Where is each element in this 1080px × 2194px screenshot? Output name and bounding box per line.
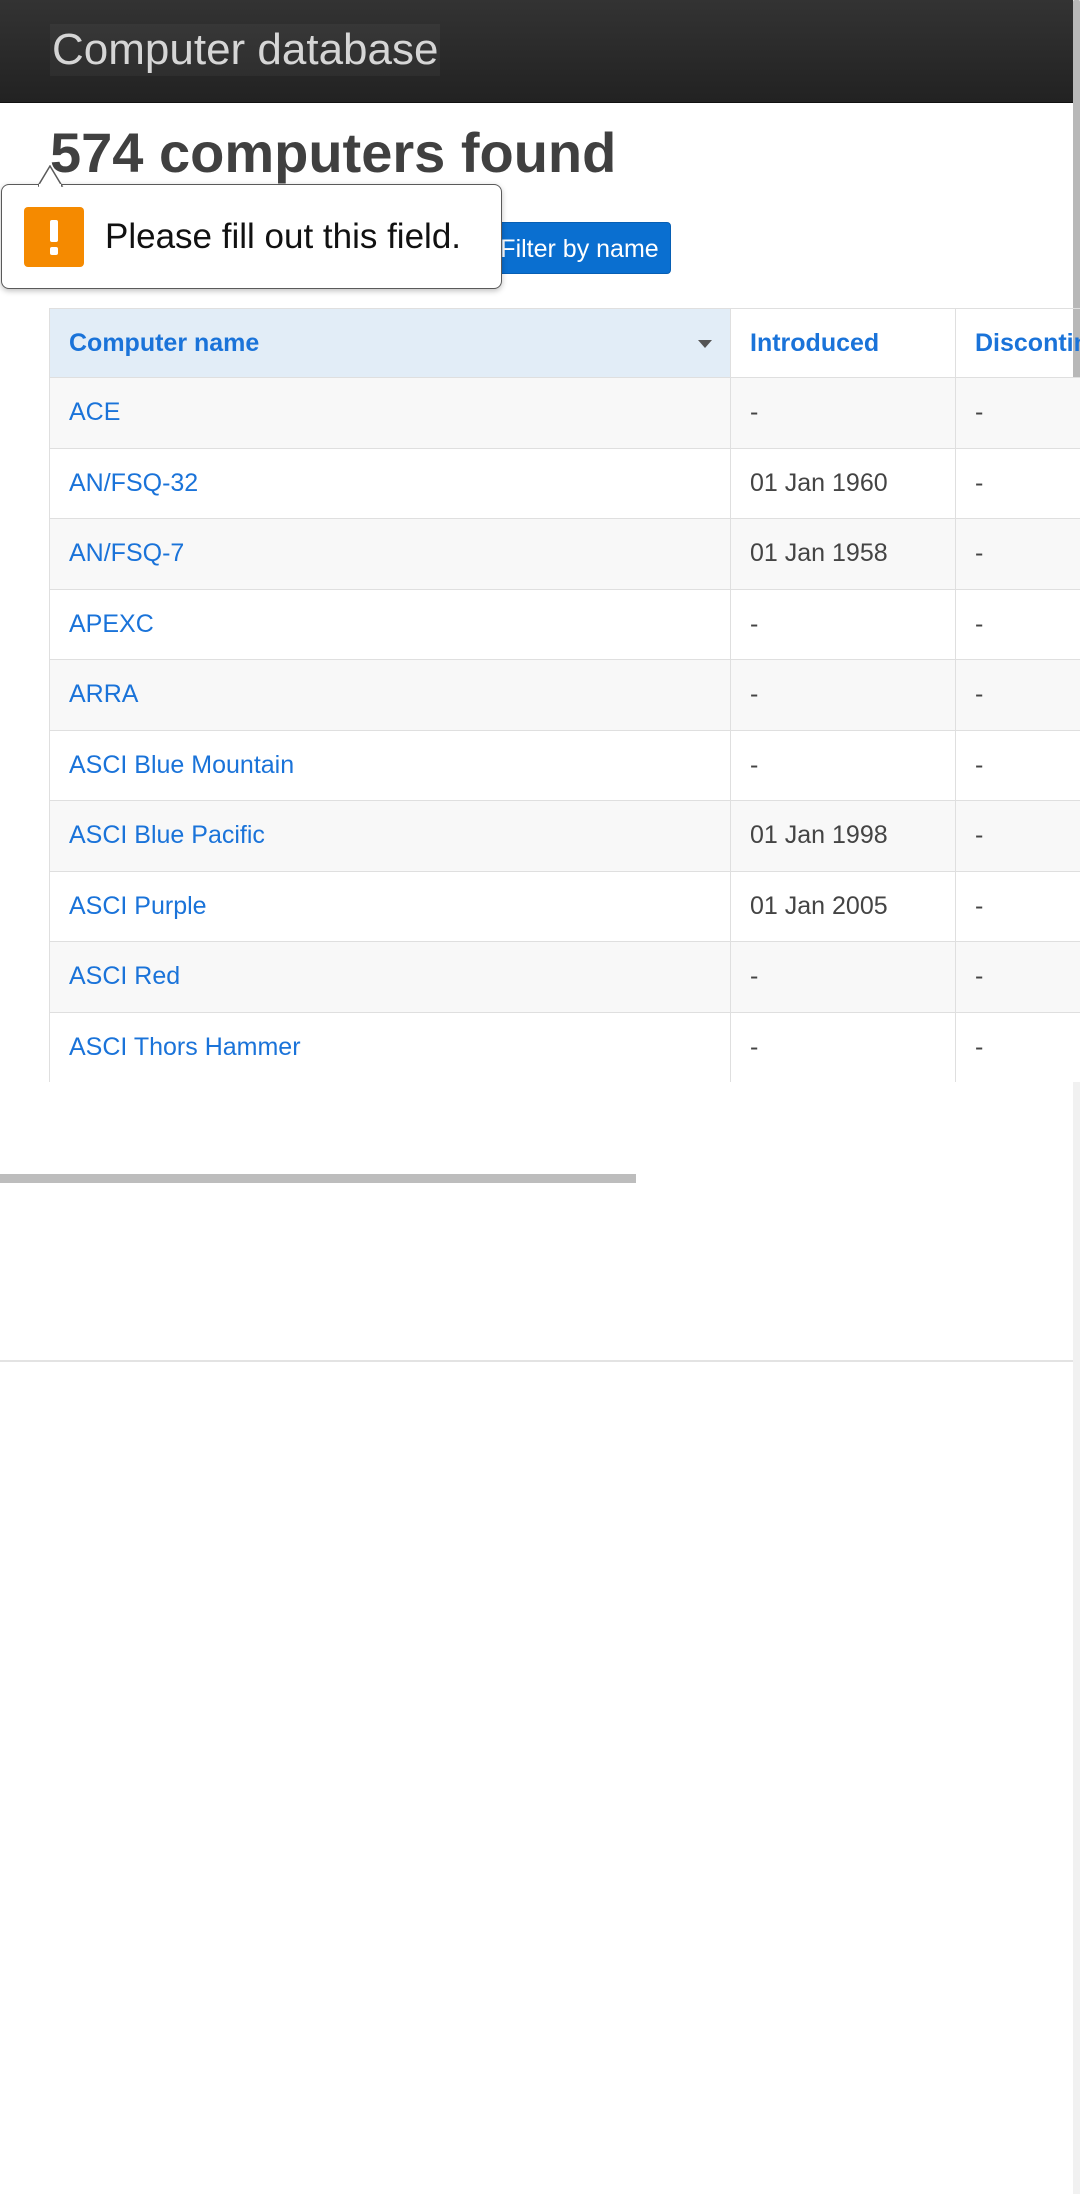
discontinued-cell: -	[955, 1011, 1080, 1082]
introduced-cell: -	[730, 1011, 956, 1082]
computer-link[interactable]: ACE	[69, 398, 120, 426]
table-row: ASCI Purple 01 Jan 2005 -	[49, 870, 1080, 942]
discontinued-cell: -	[955, 729, 1080, 801]
introduced-cell: 01 Jan 2005	[730, 870, 956, 942]
discontinued-cell: -	[955, 518, 1080, 590]
column-header-discontinued[interactable]: Discontinued	[955, 308, 1080, 378]
sort-by-introduced-link[interactable]: Introduced	[750, 329, 879, 357]
sort-by-discontinued-link[interactable]: Discontinued	[975, 329, 1080, 357]
column-header-introduced[interactable]: Introduced	[730, 308, 956, 378]
table-row: ASCI Blue Mountain - -	[49, 729, 1080, 801]
table-row: APEXC - -	[49, 588, 1080, 660]
table-row: AN/FSQ-32 01 Jan 1960 -	[49, 447, 1080, 519]
introduced-cell: 01 Jan 1998	[730, 800, 956, 872]
table-row: ARRA - -	[49, 659, 1080, 731]
top-navbar: Computer database	[0, 0, 1073, 103]
computer-link[interactable]: ASCI Red	[69, 962, 180, 990]
brand-title[interactable]: Computer database	[50, 24, 441, 76]
table-row: ASCI Red - -	[49, 941, 1080, 1013]
validation-message: Please fill out this field.	[105, 217, 462, 256]
computers-table-container: Computer name Introduced Discontinued AC…	[49, 308, 1080, 1082]
computer-link[interactable]: AN/FSQ-7	[69, 539, 184, 567]
computer-link[interactable]: APEXC	[69, 610, 154, 638]
computer-link[interactable]: ASCI Blue Mountain	[69, 751, 294, 779]
page-title: 574 computers found	[50, 121, 617, 184]
introduced-cell: -	[730, 729, 956, 801]
discontinued-cell: -	[955, 447, 1080, 519]
introduced-cell: -	[730, 377, 956, 449]
computer-link[interactable]: ASCI Purple	[69, 892, 207, 920]
horizontal-scrollbar-thumb[interactable]	[0, 1174, 636, 1183]
discontinued-cell: -	[955, 941, 1080, 1013]
table-row: ACE - -	[49, 377, 1080, 449]
computer-link[interactable]: ASCI Blue Pacific	[69, 821, 265, 849]
introduced-cell: -	[730, 659, 956, 731]
introduced-cell: -	[730, 588, 956, 660]
introduced-cell: 01 Jan 1960	[730, 447, 956, 519]
computers-table: Computer name Introduced Discontinued AC…	[49, 308, 1080, 1082]
discontinued-cell: -	[955, 659, 1080, 731]
discontinued-cell: -	[955, 870, 1080, 942]
sort-by-name-link[interactable]: Computer name	[69, 329, 259, 357]
discontinued-cell: -	[955, 588, 1080, 660]
computer-link[interactable]: ARRA	[69, 680, 138, 708]
introduced-cell: 01 Jan 1958	[730, 518, 956, 590]
validation-tooltip: Please fill out this field.	[1, 184, 502, 289]
computer-link[interactable]: AN/FSQ-32	[69, 469, 198, 497]
sort-descending-icon	[698, 340, 712, 348]
discontinued-cell: -	[955, 377, 1080, 449]
introduced-cell: -	[730, 941, 956, 1013]
table-header-row: Computer name Introduced Discontinued	[49, 308, 1080, 378]
discontinued-cell: -	[955, 800, 1080, 872]
warning-icon	[24, 207, 84, 267]
table-row: AN/FSQ-7 01 Jan 1958 -	[49, 518, 1080, 590]
footer-divider	[0, 1360, 1073, 1362]
table-row: ASCI Blue Pacific 01 Jan 1998 -	[49, 800, 1080, 872]
column-header-computer-name[interactable]: Computer name	[49, 308, 731, 378]
computer-link[interactable]: ASCI Thors Hammer	[69, 1033, 301, 1061]
table-row: ASCI Thors Hammer - -	[49, 1011, 1080, 1082]
